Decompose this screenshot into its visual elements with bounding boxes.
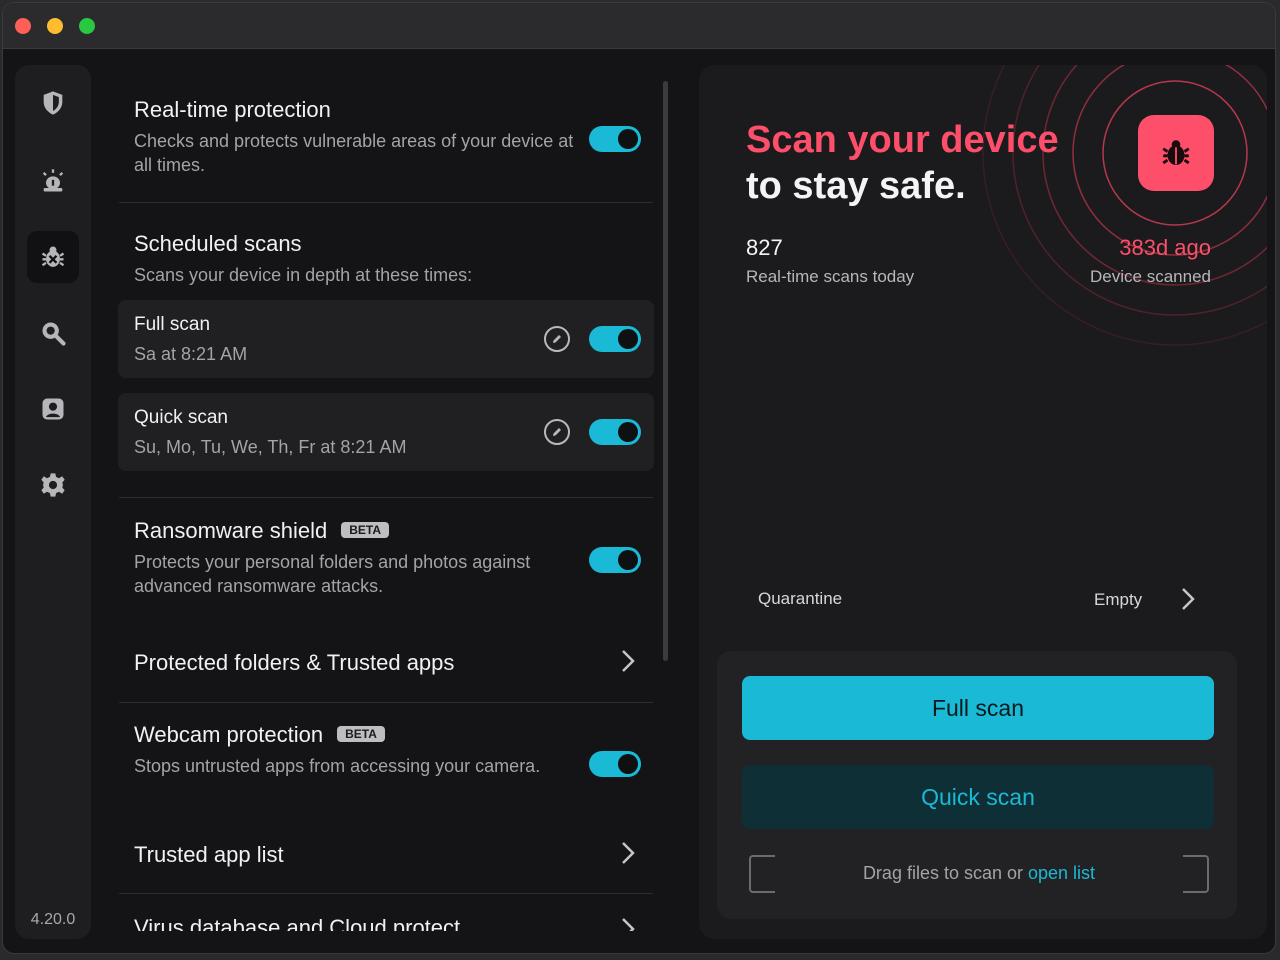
ransomware-shield-desc: Protects your personal folders and photo…: [134, 552, 531, 596]
gear-icon: [41, 473, 65, 497]
realtime-scan-label: Real-time scans today: [746, 267, 915, 286]
full-scan-button[interactable]: Full scan: [742, 676, 1214, 740]
open-list-link[interactable]: open list: [1028, 863, 1095, 883]
bug-icon: [1162, 140, 1190, 166]
sidebar: 4.20.0: [15, 65, 91, 939]
scheduled-item-title: Full scan: [134, 314, 211, 335]
realtime-protection-toggle[interactable]: [589, 126, 641, 152]
scheduled-item-schedule: Su, Mo, Tu, We, Th, Fr at 8:21 AM: [134, 437, 407, 457]
chevron-right-icon[interactable]: [621, 649, 635, 673]
ransomware-shield-title: Ransomware shield BETA: [134, 518, 389, 544]
shield-icon: [43, 91, 63, 115]
headline-rest: to stay safe.: [746, 165, 966, 207]
search-icon: [42, 322, 66, 346]
webcam-protection-title: Webcam protection BETA: [134, 722, 385, 748]
scheduled-quick-scan-card: Quick scan Su, Mo, Tu, We, Th, Fr at 8:2…: [118, 393, 654, 471]
scheduled-full-scan-card: Full scan Sa at 8:21 AM: [118, 300, 654, 378]
app-window: 4.20.0 Real-time protection Checks and p…: [2, 2, 1276, 954]
bug-icon: [41, 246, 65, 267]
zoom-window-button[interactable]: [79, 18, 95, 34]
ransomware-shield-toggle[interactable]: [589, 547, 641, 573]
scan-panel: Scan your device to stay safe. 827 Real-…: [699, 65, 1267, 939]
scheduled-item-schedule: Sa at 8:21 AM: [134, 344, 248, 364]
settings-scrollbar[interactable]: [663, 81, 668, 661]
webcam-protection-toggle[interactable]: [589, 751, 641, 777]
chevron-right-icon[interactable]: [621, 917, 635, 931]
realtime-protection-desc: Checks and protects vulnerable areas of …: [134, 131, 574, 175]
protected-folders-link[interactable]: Protected folders & Trusted apps: [134, 650, 454, 676]
pencil-icon: [553, 335, 561, 343]
scheduled-scans-title: Scheduled scans: [134, 231, 302, 256]
chevron-right-icon[interactable]: [1181, 587, 1195, 611]
title-bar: [3, 3, 1275, 49]
settings-list: Real-time protection Checks and protects…: [103, 51, 675, 931]
scheduled-item-title: Quick scan: [134, 407, 228, 428]
webcam-protection-desc: Stops untrusted apps from accessing your…: [134, 756, 541, 776]
quick-scan-schedule-toggle[interactable]: [589, 419, 641, 445]
quarantine-label[interactable]: Quarantine: [758, 589, 842, 609]
beta-badge: BETA: [337, 726, 385, 742]
user-icon: [42, 398, 64, 420]
edit-full-scan-button[interactable]: [544, 326, 570, 352]
quarantine-value: Empty: [1094, 590, 1143, 609]
scan-actions: Full scan Quick scan Drag files to scan …: [717, 651, 1237, 919]
minimize-window-button[interactable]: [47, 18, 63, 34]
realtime-protection-title: Real-time protection: [134, 97, 331, 122]
pencil-icon: [553, 428, 561, 436]
panel-headline: Scan your device to stay safe.: [746, 117, 1059, 209]
sidebar-item-scan[interactable]: [27, 231, 79, 283]
scheduled-scans-desc: Scans your device in depth at these time…: [134, 265, 473, 285]
chevron-right-icon[interactable]: [621, 841, 635, 865]
trusted-app-list-link[interactable]: Trusted app list: [134, 842, 284, 868]
full-scan-schedule-toggle[interactable]: [589, 326, 641, 352]
threat-status-tile: [1138, 115, 1214, 191]
sidebar-item-alerts[interactable]: [27, 155, 79, 207]
divider: [119, 702, 653, 703]
close-window-button[interactable]: [15, 18, 31, 34]
edit-quick-scan-button[interactable]: [544, 419, 570, 445]
divider: [119, 497, 653, 498]
divider: [119, 202, 653, 203]
sidebar-item-privacy[interactable]: [27, 307, 79, 359]
drop-zone[interactable]: Drag files to scan or open list: [749, 855, 1209, 893]
sidebar-item-protection[interactable]: [27, 77, 79, 129]
last-scan-value: 383d ago: [1119, 235, 1211, 260]
sidebar-item-account[interactable]: [27, 383, 79, 435]
divider: [119, 893, 653, 894]
quick-scan-button[interactable]: Quick scan: [742, 765, 1214, 829]
beta-badge: BETA: [341, 522, 389, 538]
alarm-icon: [42, 169, 64, 192]
headline-accent: Scan your device: [746, 119, 1059, 161]
sidebar-item-settings[interactable]: [27, 459, 79, 511]
app-version: 4.20.0: [30, 911, 76, 928]
drop-zone-text: Drag files to scan or open list: [862, 863, 1096, 883]
realtime-scan-count: 827: [746, 235, 783, 260]
last-scan-label: Device scanned: [1090, 267, 1211, 286]
virus-database-link[interactable]: Virus database and Cloud protect: [134, 915, 460, 931]
